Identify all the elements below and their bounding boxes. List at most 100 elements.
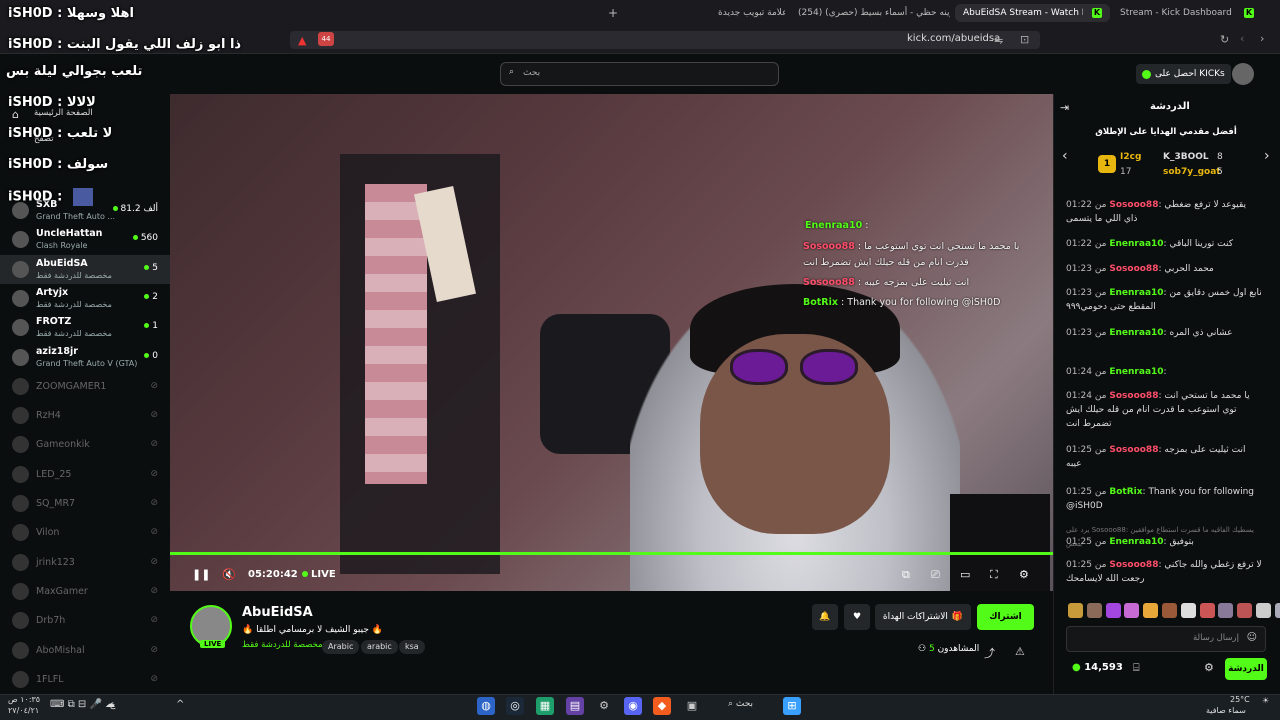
report-icon[interactable]: ⚠ (1015, 645, 1025, 658)
tab-new-tab[interactable]: علامة تبويب جديدة (710, 4, 785, 22)
theater-mode-icon[interactable]: ▭ (960, 568, 970, 581)
message-username[interactable]: Sosooo88 (1109, 560, 1158, 570)
emote-icon[interactable] (1218, 603, 1234, 618)
pip-icon[interactable]: ⧉ (902, 568, 910, 582)
sidebar-channel-drb7h[interactable]: Drb7h ⊘ (0, 606, 170, 635)
sidebar-channel-gameonkik[interactable]: Gameonkik ⊘ (0, 430, 170, 459)
emoji-icon[interactable]: ☺ (1247, 632, 1257, 643)
gifter-name[interactable]: sob7y_goat (1163, 167, 1221, 177)
sidebar-channel-abomishal[interactable]: AboMishal ⊘ (0, 636, 170, 665)
emote-icon[interactable] (1237, 603, 1253, 618)
emote-icon[interactable] (1124, 603, 1140, 618)
notification-bell-button[interactable]: 🔔 (812, 604, 838, 630)
tag-chip[interactable]: arabic (361, 640, 398, 654)
tab-kick-dashboard[interactable]: Stream - Kick Dashboard K (1112, 4, 1262, 22)
message-username[interactable]: Sosooo88 (1109, 445, 1158, 455)
sidebar-channel-aziz18jr[interactable]: aziz18jr Grand Theft Auto V (GTA) 0 (0, 343, 170, 372)
message-username[interactable]: Sosooo88 (1109, 200, 1158, 210)
clock-time[interactable]: ١٠:٣٥ ص (8, 695, 40, 704)
forward-icon[interactable]: › (1260, 32, 1264, 45)
weather-icon[interactable]: ☀ (1262, 696, 1269, 705)
back-icon[interactable]: ‹ (1240, 32, 1244, 45)
app-icon[interactable]: ▦ (536, 697, 554, 715)
site-settings-icon[interactable]: ⇋ (994, 34, 1003, 47)
video-player[interactable]: Enenraa10 : Sosooo88 : يا محمد ما تستحي … (170, 94, 1053, 591)
tag-chip[interactable]: ksa (399, 640, 425, 654)
taskbar-search[interactable]: ⌕ بحث (728, 699, 753, 709)
tag-chip[interactable]: Arabic (322, 640, 360, 654)
windows-start-icon[interactable]: ⊞ (783, 697, 801, 715)
video-progress-bar[interactable] (170, 552, 1053, 555)
bookmark-icon[interactable]: ⊡ (1020, 33, 1029, 46)
collapse-chat-icon[interactable]: ⇥ (1060, 101, 1069, 114)
sidebar-channel-sq_mr7[interactable]: SQ_MR7 ⊘ (0, 489, 170, 518)
emote-icon[interactable] (1180, 603, 1196, 618)
chat-input[interactable]: إرسال رسالة ☺ (1066, 626, 1266, 652)
chevron-up-icon[interactable]: ^ (176, 699, 184, 710)
emote-icon[interactable] (1086, 603, 1102, 618)
clock-date[interactable]: ٢٧/٠٤/٢١ (8, 706, 39, 715)
sidebar-channel-led_25[interactable]: LED_25 ⊘ (0, 460, 170, 489)
chevron-left-icon[interactable]: ‹ (1062, 148, 1068, 164)
sidebar-channel-artyjx[interactable]: Artyjx مخصصة للدردشة فقط 2 (0, 284, 170, 313)
warning-icon[interactable]: ▲ (298, 34, 306, 47)
sidebar-channel-maxgamer[interactable]: MaxGamer ⊘ (0, 577, 170, 606)
discord-icon[interactable]: ◉ (624, 697, 642, 715)
emote-icon[interactable] (1274, 603, 1280, 618)
settings-app-icon[interactable]: ⚙ (595, 697, 613, 715)
message-username[interactable]: Enenraa10 (1109, 367, 1163, 377)
chevron-right-icon[interactable]: › (1264, 148, 1270, 164)
weather-temp[interactable]: 25°C (1230, 695, 1250, 704)
channel-name[interactable]: AbuEidSA (242, 605, 313, 620)
gift-subs-button[interactable]: الاشتراكات الهداة 🎁 (875, 604, 971, 630)
sidebar-channel-rzh4[interactable]: RzH4 ⊘ (0, 401, 170, 430)
emote-icon[interactable] (1068, 603, 1083, 618)
sidebar-channel-unclehattan[interactable]: UncleHattan Clash Royale 560 (0, 225, 170, 254)
message-username[interactable]: Sosooo88 (1109, 264, 1158, 274)
reload-icon[interactable]: ↻ (1220, 33, 1229, 46)
channel-points[interactable]: ● 14,593 (1072, 662, 1123, 673)
gifter-name[interactable]: K_3BOOL (1163, 152, 1209, 162)
follow-heart-button[interactable]: ♥ (844, 604, 870, 630)
tray-icons[interactable]: ⌨ ⧉ ⊟ 🎤 ☁ (50, 699, 115, 710)
message-username[interactable]: Sosooo88 (1109, 391, 1158, 401)
emote-icon[interactable] (1162, 603, 1177, 618)
sidebar-channel-zoomgamer1[interactable]: ZOOMGAMER1 ⊘ (0, 372, 170, 401)
twitch-icon[interactable]: ▤ (566, 697, 584, 715)
extension-icon[interactable]: 44 (318, 32, 334, 46)
get-kicks-button[interactable]: احصل على KICKs (1136, 64, 1231, 84)
new-tab-button[interactable]: + (600, 4, 626, 22)
sidebar-channel-abueidsa[interactable]: AbuEidSA مخصصة للدردشة فقط 5 (0, 254, 170, 284)
steam-icon[interactable]: ◎ (506, 697, 524, 715)
sidebar-channel-vilon[interactable]: Vilon ⊘ (0, 518, 170, 547)
mute-icon[interactable]: 🔇 (222, 568, 236, 581)
gifter-name[interactable]: I2cg (1120, 152, 1141, 162)
user-avatar[interactable] (1232, 63, 1254, 85)
settings-gear-icon[interactable]: ⚙ (1019, 568, 1029, 581)
task-view-icon[interactable]: ▣ (683, 697, 701, 715)
emote-icon[interactable] (1105, 603, 1121, 618)
leaderboard-icon[interactable]: ⌸ (1133, 661, 1140, 675)
tab-youtube-video[interactable]: (254) وينه حظي - أسماء بسيط (حصري) (790, 4, 950, 22)
emote-icon[interactable] (1143, 603, 1159, 618)
chat-send-button[interactable]: الدردشة (1225, 658, 1267, 680)
message-username[interactable]: Enenraa10 (1109, 239, 1163, 249)
stream-category[interactable]: مخصصة للدردشة فقط (242, 640, 323, 650)
live-indicator[interactable]: LIVE (302, 569, 336, 580)
brave-icon[interactable]: ◆ (653, 697, 671, 715)
message-username[interactable]: Enenraa10 (1109, 288, 1163, 298)
clip-icon[interactable]: ⎚ (931, 568, 940, 582)
tab-abueidsa-stream[interactable]: AbuEidSA Stream - Watch Live oK (955, 4, 1110, 22)
share-icon[interactable]: ⤴ (984, 645, 995, 661)
search-input[interactable]: ⌕ بحث (500, 62, 779, 86)
message-username[interactable]: Enenraa10 (1109, 328, 1163, 338)
chat-settings-icon[interactable]: ⚙ (1204, 661, 1214, 674)
emote-icon[interactable] (1256, 603, 1271, 618)
app-icon[interactable]: ◍ (477, 697, 495, 715)
url-text[interactable]: kick.com/abueidsa (907, 33, 1000, 44)
fullscreen-icon[interactable]: ⛶ (990, 568, 998, 582)
message-username[interactable]: BotRix (1109, 487, 1142, 497)
subscribe-button[interactable]: اشتراك (977, 604, 1034, 630)
sidebar-channel-jrink123[interactable]: jrink123 ⊘ (0, 548, 170, 577)
sidebar-channel-frotz[interactable]: FROTZ مخصصة للدردشة فقط 1 (0, 313, 170, 342)
